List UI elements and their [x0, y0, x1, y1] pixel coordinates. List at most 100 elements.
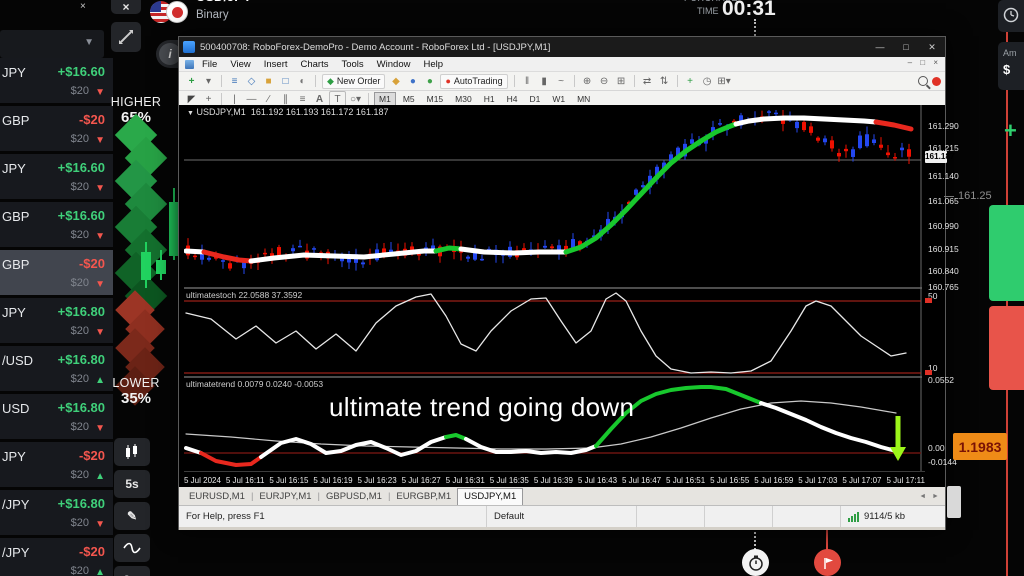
trade-list-item[interactable]: GBP +$16.60 $20 ▼	[0, 202, 113, 247]
trade-list-item[interactable]: /JPY +$16.80 $20 ▼	[0, 490, 113, 535]
tile-windows-icon[interactable]: ⊞	[614, 74, 629, 88]
lower-button[interactable]	[989, 306, 1024, 390]
trade-list-item[interactable]: JPY -$20 $20 ▲	[0, 442, 113, 487]
trade-list-item[interactable]: JPY +$16.60 $20 ▼	[0, 58, 113, 103]
timeframe-5s-button[interactable]: 5s	[114, 470, 150, 498]
axis-label: 161.290	[928, 121, 959, 131]
horizontal-line-icon[interactable]: —	[244, 92, 259, 106]
asset-dropdown[interactable]: ▼	[0, 30, 104, 58]
notification-badge[interactable]	[932, 76, 941, 86]
tab-eurusd-m1[interactable]: EURUSD,M1	[183, 491, 251, 502]
chart-area[interactable]: ▼ USDJPY,M1 161.192 161.193 161.172 161.…	[179, 105, 959, 485]
tab-eurgbp-m1[interactable]: EURGBP,M1	[390, 491, 457, 502]
window-resize-grip[interactable]	[947, 486, 961, 518]
trade-list-item[interactable]: GBP -$20 $20 ▼	[0, 250, 113, 295]
time-axis[interactable]: 5 Jul 2024 5 Jul 16:11 5 Jul 16:15 5 Jul 16…	[184, 471, 925, 488]
menu-help[interactable]: Help	[423, 59, 443, 70]
autotrading-button[interactable]: ● AutoTrading	[440, 73, 508, 89]
cursor-icon[interactable]: ◤	[184, 92, 199, 106]
channel-icon[interactable]: ∥	[278, 92, 293, 106]
crosshair-icon[interactable]: +	[201, 92, 216, 106]
trade-list-item[interactable]: JPY +$16.60 $20 ▼	[0, 154, 113, 199]
purchase-time-line	[754, 19, 756, 36]
bar-chart-icon[interactable]: ‖	[520, 74, 535, 88]
expand-chart-button[interactable]	[111, 22, 141, 52]
chart-symbol-header[interactable]: ▼ USDJPY,M1 161.192 161.193 161.172 161.…	[187, 107, 388, 117]
menu-file[interactable]: File	[202, 59, 217, 70]
metaeditor-icon[interactable]: ◆	[388, 74, 403, 88]
menu-window[interactable]: Window	[377, 59, 411, 70]
collapse-panel-button[interactable]: ×	[111, 0, 141, 14]
arrow-down-icon: ▼	[95, 231, 105, 242]
mt4-titlebar[interactable]: 500400708: RoboForex-DemoPro - Demo Acco…	[179, 37, 945, 57]
mdi-window-controls[interactable]: – □ ×	[908, 58, 941, 67]
navigator-icon[interactable]: ■	[261, 74, 276, 88]
templates-icon[interactable]: ⊞▾	[717, 74, 732, 88]
menu-charts[interactable]: Charts	[301, 59, 329, 70]
zoom-in-icon[interactable]: ⊕	[580, 74, 595, 88]
community-icon[interactable]: ●	[405, 74, 420, 88]
trade-list-item[interactable]: GBP -$20 $20 ▼	[0, 106, 113, 151]
amount-panel[interactable]: Am $	[998, 42, 1024, 90]
tab-gbpusd-m1[interactable]: GBPUSD,M1	[320, 491, 388, 502]
overlay-caption: ultimate trend going down	[329, 392, 635, 422]
trendline-icon[interactable]: ∕	[261, 92, 276, 106]
higher-button[interactable]	[989, 205, 1024, 301]
search-icon[interactable]	[918, 76, 928, 86]
close-button[interactable]: ✕	[919, 37, 945, 57]
expiry-flag-marker[interactable]	[814, 549, 841, 576]
trade-list-item[interactable]: /USD +$16.80 $20 ▲	[0, 346, 113, 391]
trade-symbol: GBP	[2, 209, 30, 224]
auto-scroll-icon[interactable]: ⇄	[640, 74, 655, 88]
menu-tools[interactable]: Tools	[341, 59, 363, 70]
trade-list-item[interactable]: JPY +$16.80 $20 ▼	[0, 298, 113, 343]
tab-eurjpy-m1[interactable]: EURJPY,M1	[253, 491, 317, 502]
mt4-app-icon	[183, 41, 195, 53]
chart-type-candles-button[interactable]	[114, 438, 150, 466]
periods-icon[interactable]: ◷	[700, 74, 715, 88]
increase-amount-button[interactable]: +	[1004, 118, 1017, 144]
time-tick: 5 Jul 17:07	[842, 475, 882, 485]
minimize-button[interactable]: —	[867, 37, 893, 57]
data-window-icon[interactable]: ◇	[244, 74, 259, 88]
trade-list-item[interactable]: USD +$16.80 $20 ▼	[0, 394, 113, 439]
menu-view[interactable]: View	[230, 59, 250, 70]
time-tick: 5 Jul 16:47	[621, 475, 662, 485]
timer-marker[interactable]	[742, 549, 769, 576]
timeframe-2m-button[interactable]: 2m	[114, 566, 150, 576]
vertical-line-icon[interactable]: |	[227, 92, 242, 106]
maximize-button[interactable]: □	[893, 37, 919, 57]
indicators-button[interactable]	[114, 534, 150, 562]
drawing-tools-button[interactable]: ✎	[114, 502, 150, 530]
chart-shift-icon[interactable]: ⇅	[657, 74, 672, 88]
close-icon[interactable]: ×	[80, 1, 86, 12]
new-chart-icon[interactable]: +	[184, 74, 199, 88]
profiles-icon[interactable]: ▾	[201, 74, 216, 88]
add-indicator-icon[interactable]: +	[683, 74, 698, 88]
terminal-icon[interactable]: □	[278, 74, 293, 88]
strategy-tester-icon[interactable]: ◐	[295, 74, 310, 88]
trade-timer-panel[interactable]	[998, 0, 1024, 32]
time-tick: 5 Jul 16:15	[269, 475, 309, 485]
fibonacci-icon[interactable]: ≡	[295, 92, 310, 106]
trade-result: +$16.60	[57, 160, 105, 175]
trade-list-item[interactable]: /JPY -$20 $20 ▲	[0, 538, 113, 576]
chat-icon[interactable]: ●	[422, 74, 437, 88]
tab-usdjpy-m1[interactable]: USDJPY,M1	[457, 487, 524, 505]
zoom-out-icon[interactable]: ⊖	[597, 74, 612, 88]
status-profile[interactable]: Default	[487, 506, 637, 527]
line-chart-icon[interactable]: ~	[554, 74, 569, 88]
shapes-icon[interactable]: ○▾	[348, 92, 363, 106]
background-candles	[141, 188, 179, 288]
market-watch-icon[interactable]: ≡	[227, 74, 242, 88]
new-order-button[interactable]: ◆ New Order	[322, 73, 386, 89]
text-icon[interactable]: A	[312, 92, 327, 106]
candle-chart-icon[interactable]: ▮	[537, 74, 552, 88]
trade-symbol: JPY	[2, 161, 26, 176]
strike-price-tag: 1.1983	[953, 433, 1007, 460]
candles-layer	[186, 110, 911, 274]
price-axis[interactable]: 161.187 161.290 161.215 161.140 161.065 160.…	[925, 105, 959, 471]
axis-label: 160.915	[928, 244, 959, 254]
menu-insert[interactable]: Insert	[264, 59, 288, 70]
tab-scroll-arrows[interactable]: ◄ ►	[919, 493, 941, 500]
